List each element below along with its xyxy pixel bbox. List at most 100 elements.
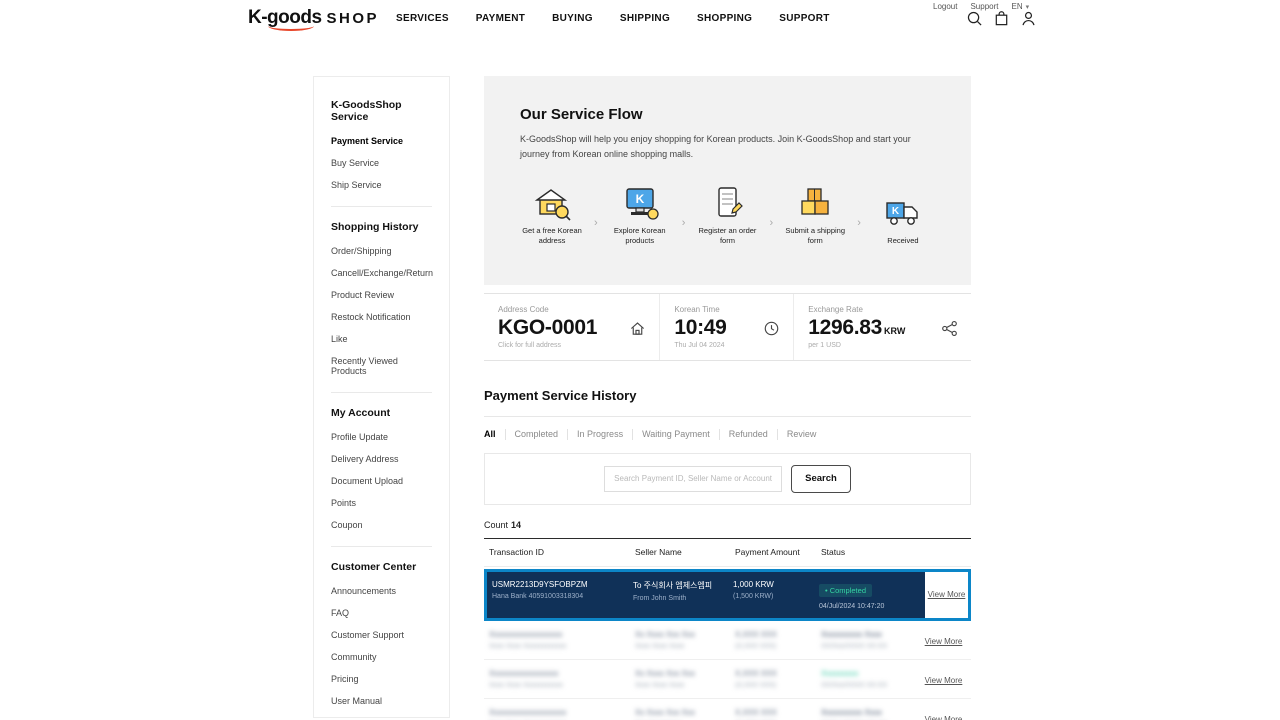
flow-step-label: Register an order form <box>698 225 757 246</box>
table-header: Transaction ID Seller Name Payment Amoun… <box>484 539 971 567</box>
search-input[interactable] <box>604 465 783 492</box>
cell-status: Xxxxxxxxxx Xxxx XX/Xxx/XXXX XX:XX <box>821 708 921 720</box>
flow-arrow-icon: › <box>769 217 774 230</box>
tab-all[interactable]: All <box>484 429 505 440</box>
sidebar-item-user-manual[interactable]: User Manual <box>331 690 432 712</box>
service-flow-title: Our Service Flow <box>520 106 643 123</box>
header: K-goods SHOP SERVICES PAYMENT BUYING SHI… <box>0 0 1280 48</box>
col-actions <box>921 547 966 557</box>
payment-amount-sub: (1,500 KRW) <box>733 592 774 600</box>
cell-amount: X,XXX XXX (X,XXX XXX) <box>735 708 821 720</box>
address-code-label: Address Code <box>498 305 549 314</box>
sidebar-section-my-account: My Account <box>331 407 391 419</box>
view-more-link[interactable]: View More <box>928 590 966 599</box>
status-badge: Xxxxxxxxxx Xxxx <box>821 707 882 717</box>
korean-time-card: Korean Time 10:49 Thu Jul 04 2024 <box>659 294 793 360</box>
row-data: USMR2213D9YSFOBPZM Hana Bank 40591003318… <box>487 572 925 618</box>
user-icon[interactable] <box>1020 10 1037 27</box>
sidebar-item-customer-support[interactable]: Customer Support <box>331 624 432 646</box>
view-more-link[interactable]: View More <box>925 637 963 646</box>
sidebar-item-points[interactable]: Points <box>331 492 432 514</box>
cell-view-more: View More <box>921 709 966 720</box>
status-badge: Completed <box>819 583 872 597</box>
sidebar-item-profile-update[interactable]: Profile Update <box>331 426 432 448</box>
sidebar-item-ship-service[interactable]: Ship Service <box>331 174 432 196</box>
sidebar-item-buy-service[interactable]: Buy Service <box>331 152 432 174</box>
sidebar-item-coupon[interactable]: Coupon <box>331 514 432 536</box>
cell-transaction-id: USMR2213D9YSFOBPZM Hana Bank 40591003318… <box>492 580 633 610</box>
flow-step-order-form: Register an order form <box>695 181 759 248</box>
cell-amount: X,XXX XXX (X,XXX XXX) <box>735 669 821 689</box>
status-date: 04/Jul/2024 10:47:20 <box>819 602 885 610</box>
tab-review[interactable]: Review <box>776 429 826 440</box>
seller-to: Xx Xxxx Xxx Xxx <box>635 707 696 717</box>
sidebar-item-product-review[interactable]: Product Review <box>331 284 432 306</box>
cell-status: Completed 04/Jul/2024 10:47:20 <box>819 580 920 610</box>
tab-in-progress[interactable]: In Progress <box>567 429 632 440</box>
nav-support[interactable]: SUPPORT <box>779 13 829 24</box>
seller-to: Xx Xxxx Xxx Xxx <box>635 668 696 678</box>
search-icon[interactable] <box>966 10 983 27</box>
sidebar-item-delivery-address[interactable]: Delivery Address <box>331 448 432 470</box>
sidebar-item-cancel-exchange-return[interactable]: Cancell/Exchange/Return <box>331 262 433 284</box>
transaction-id: USMR2213D9YSFOBPZM <box>492 579 588 589</box>
address-code-sub: Click for full address <box>498 342 562 349</box>
nav-shopping[interactable]: SHOPPING <box>697 13 752 24</box>
result-count: Count 14 <box>484 520 971 539</box>
shipping-form-icon <box>783 181 847 221</box>
sidebar-item-like[interactable]: Like <box>331 328 432 350</box>
payment-amount: X,XXX XXX <box>735 629 777 639</box>
address-code-card[interactable]: Address Code KGO-0001 Click for full add… <box>484 294 659 360</box>
status-date: XX/Xxx/XXXX XX:XX <box>821 642 888 650</box>
exchange-rate-unit: KRW <box>884 326 906 336</box>
flow-step-received: K Received <box>871 191 935 247</box>
flow-arrow-icon: › <box>681 217 686 230</box>
nav-buying[interactable]: BUYING <box>552 13 593 24</box>
table-row[interactable]: Xxxxxxxxxxxxxxxxx Xxxx Xxxx Xxxxxxxxxxx … <box>484 660 971 699</box>
tab-completed[interactable]: Completed <box>504 429 568 440</box>
sidebar-item-restock-notification[interactable]: Restock Notification <box>331 306 432 328</box>
table-row[interactable]: Xxxxxxxxxxxxxxxxxxx Xxxx Xxxx Xxxxxxxxxx… <box>484 699 971 720</box>
view-more-link[interactable]: View More <box>925 676 963 685</box>
tab-waiting-payment[interactable]: Waiting Payment <box>632 429 719 440</box>
sidebar-item-pricing[interactable]: Pricing <box>331 668 432 690</box>
korean-address-icon <box>520 181 584 221</box>
explore-products-icon: K <box>608 181 672 221</box>
table-row-highlighted[interactable]: USMR2213D9YSFOBPZM Hana Bank 40591003318… <box>484 568 971 621</box>
korean-time-label: Korean Time <box>674 305 720 314</box>
view-more-link[interactable]: View More <box>925 715 963 720</box>
main-nav: SERVICES PAYMENT BUYING SHIPPING SHOPPIN… <box>396 13 830 24</box>
flow-step-label: Submit a shipping form <box>785 225 846 246</box>
tab-refunded[interactable]: Refunded <box>718 429 777 440</box>
seller-from: Xxxx Xxxx Xxxx <box>635 681 685 689</box>
logo[interactable]: K-goods SHOP <box>248 7 379 31</box>
flow-step-label: Received <box>887 236 919 246</box>
sidebar-item-document-upload[interactable]: Document Upload <box>331 470 432 492</box>
payment-amount: X,XXX XXX <box>735 668 777 678</box>
logout-link[interactable]: Logout <box>933 2 957 11</box>
address-code-value: KGO-0001 <box>498 316 598 339</box>
shopping-bag-icon[interactable] <box>993 10 1010 27</box>
sidebar-item-faq[interactable]: FAQ <box>331 602 432 624</box>
cell-view-more: View More <box>921 631 966 649</box>
delivery-received-icon: K <box>871 191 935 231</box>
sidebar-item-recently-viewed[interactable]: Recently Viewed Products <box>331 350 432 382</box>
sidebar-item-payment-service[interactable]: Payment Service <box>331 130 432 152</box>
exchange-rate-sub: per 1 USD <box>808 342 841 349</box>
sidebar-item-order-shipping[interactable]: Order/Shipping <box>331 240 432 262</box>
search-button[interactable]: Search <box>791 464 851 493</box>
sidebar-item-announcements[interactable]: Announcements <box>331 580 432 602</box>
sidebar-item-community[interactable]: Community <box>331 646 432 668</box>
nav-services[interactable]: SERVICES <box>396 13 449 24</box>
nav-payment[interactable]: PAYMENT <box>476 13 525 24</box>
cell-view-more: View More <box>925 571 968 618</box>
nav-shipping[interactable]: SHIPPING <box>620 13 670 24</box>
cell-transaction-id: Xxxxxxxxxxxxxxxxxx Xxxx Xxxx Xxxxxxxxxxx… <box>489 630 635 650</box>
flow-arrow-icon: › <box>594 217 598 230</box>
sidebar-item-terms-of-use[interactable]: Terms of Use <box>331 712 432 717</box>
payment-amount-sub: (X,XXX XXX) <box>735 642 777 650</box>
korean-time-sub: Thu Jul 04 2024 <box>674 342 725 349</box>
transaction-id: Xxxxxxxxxxxxxxxxxxx <box>489 707 567 717</box>
table-row[interactable]: Xxxxxxxxxxxxxxxxxx Xxxx Xxxx Xxxxxxxxxxx… <box>484 621 971 660</box>
cell-amount: 1,000 KRW (1,500 KRW) <box>733 580 819 610</box>
